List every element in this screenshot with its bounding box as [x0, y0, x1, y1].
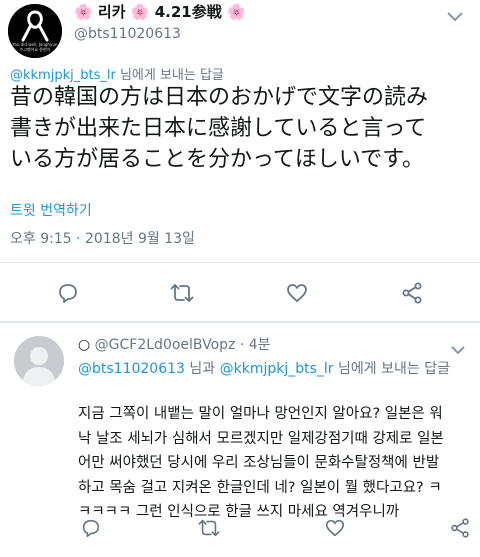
share-button[interactable] [447, 515, 473, 541]
like-icon [325, 519, 345, 537]
reply-icon [59, 284, 77, 303]
retweet-icon [170, 284, 194, 302]
chevron-down-icon[interactable] [450, 340, 466, 359]
translate-tweet-link[interactable]: 트윗 번역하기 [10, 200, 92, 220]
reply-button[interactable] [78, 515, 104, 541]
like-button[interactable] [283, 279, 311, 307]
flower-icon: 🌸 [226, 3, 246, 21]
share-icon [402, 282, 422, 304]
divider [0, 321, 480, 323]
tweet-timestamp: 오후 9:15 · 2018년 9월 13일 [10, 231, 195, 247]
reply-to-handle[interactable]: @kkmjpkj_bts_lr [10, 68, 116, 83]
tweet-text: 昔の韓国の方は日本のおかげで文字の読み 書きが出来た日本に感謝していると言って … [10, 85, 429, 172]
author-avatar[interactable]: You did well, Jonghyun 수고했어요 종현아 [8, 4, 62, 58]
reply-to-handle[interactable]: @bts11020613 [78, 361, 185, 377]
like-button[interactable] [322, 515, 348, 541]
reply-author-avatar[interactable] [14, 336, 64, 386]
reply-to-handle[interactable]: @kkmjpkj_bts_lr [220, 361, 334, 377]
share-button[interactable] [398, 279, 426, 307]
retweet-icon [198, 519, 220, 537]
reply-author-handle: @GCF2Ld0oelBVopz [94, 337, 236, 353]
like-icon [287, 284, 307, 302]
author-handle[interactable]: @bts11020613 [74, 26, 181, 42]
reply-text: 지금 그쪽이 내뱉는 말이 얼마나 망언인지 알아요? 일본은 워 낙 날조 세… [78, 406, 444, 520]
reply-button[interactable] [54, 279, 82, 307]
retweet-button[interactable] [196, 515, 222, 541]
share-icon [451, 518, 469, 538]
reply-context: @kkmjpkj_bts_lr 님에게 보내는 답글 [10, 68, 224, 83]
reply-icon [82, 519, 100, 538]
flower-icon: 🌸 [74, 3, 93, 21]
avatar-caption: You did well, Jonghyun 수고했어요 종현아 [12, 42, 58, 52]
reply-author-name-icon: ○ [78, 337, 91, 353]
flower-icon: 🌸 [130, 3, 150, 21]
reply-context: @bts11020613 님과 @kkmjpkj_bts_lr 님에게 보내는 … [78, 361, 450, 377]
retweet-button[interactable] [168, 279, 196, 307]
chevron-down-icon[interactable] [446, 8, 464, 27]
divider [0, 262, 480, 263]
author-display-name[interactable]: 🌸 리카 🌸 4.21参戦 🌸 [74, 1, 246, 22]
reply-time: · 4분 [239, 337, 271, 353]
reply-author-line[interactable]: ○ @GCF2Ld0oelBVopz · 4분 [78, 334, 271, 354]
default-avatar-icon [14, 336, 64, 386]
